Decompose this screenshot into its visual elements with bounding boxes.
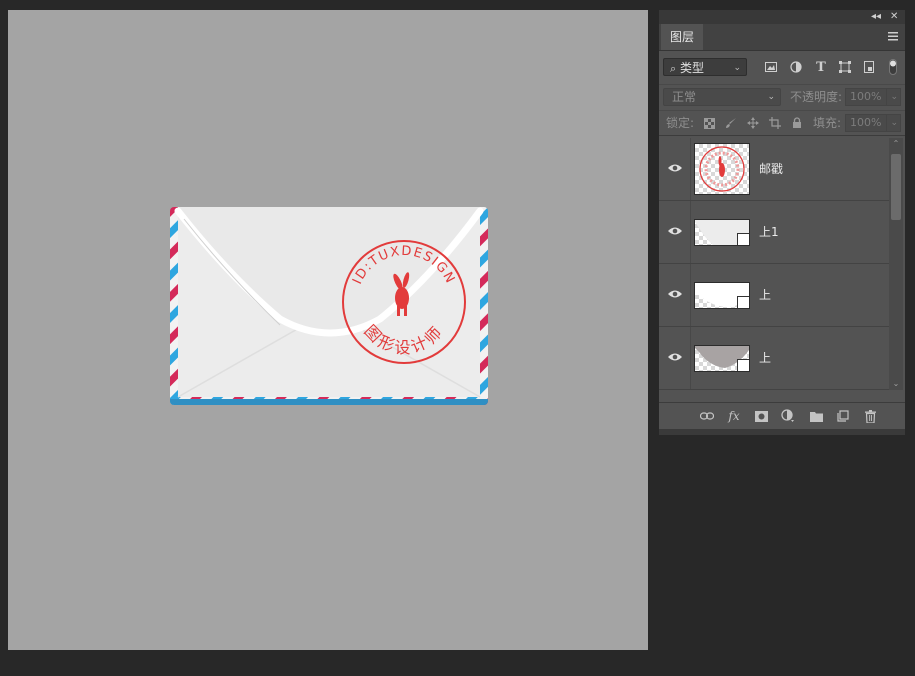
opacity-label: 不透明度: [790, 90, 843, 104]
panel-header: 图层 [659, 24, 905, 51]
visibility-column-divider [690, 138, 691, 200]
fill-field[interactable]: 100% ⌄ [845, 114, 901, 132]
panel-title-bar: ◂◂ ✕ [659, 10, 905, 24]
layer-row[interactable]: 上1 [659, 201, 889, 264]
lock-all-icon[interactable] [790, 116, 804, 130]
filter-kind-select[interactable]: ⌕ 类型 ⌄ [663, 58, 747, 76]
smart-object-badge-icon [737, 296, 749, 308]
filter-toggle-switch[interactable] [888, 59, 898, 75]
layer-row[interactable]: 邮戳 [659, 138, 889, 201]
close-panel-icon[interactable]: ✕ [890, 10, 898, 24]
lock-artboard-icon[interactable] [768, 116, 782, 130]
layer-filter-row: ⌕ 类型 ⌄ T [659, 56, 905, 80]
chevron-down-icon: ⌄ [733, 63, 741, 73]
panel-menu-icon[interactable] [887, 29, 899, 43]
lock-position-icon[interactable] [746, 116, 760, 130]
visibility-eye-icon[interactable] [667, 351, 683, 363]
visibility-eye-icon[interactable] [667, 225, 683, 237]
link-icon[interactable] [700, 409, 714, 423]
lock-transparent-pixels-icon[interactable] [702, 116, 716, 130]
blend-mode-select[interactable]: 正常 ⌄ [663, 88, 781, 106]
lock-fill-row: 锁定: 填充: 100% ⌄ [659, 110, 905, 136]
chevron-down-icon: ⌄ [886, 89, 898, 105]
trash-icon[interactable] [863, 409, 877, 423]
layer-row[interactable]: 上 [659, 264, 889, 327]
filter-smart-object-icon[interactable] [862, 60, 876, 74]
scroll-up-icon[interactable]: ⌃ [889, 138, 903, 150]
smart-object-badge-icon [737, 233, 749, 245]
layer-name[interactable]: 上 [759, 264, 771, 326]
visibility-column-divider [690, 201, 691, 263]
visibility-eye-icon[interactable] [667, 288, 683, 300]
opacity-value: 100% [850, 90, 882, 103]
fill-value: 100% [850, 116, 882, 129]
filter-shape-icon[interactable] [838, 60, 852, 74]
lock-label: 锁定: [666, 116, 695, 130]
adjustment-icon[interactable] [781, 409, 795, 423]
visibility-column-divider [690, 264, 691, 326]
search-icon: ⌕ [670, 62, 677, 75]
layer-thumbnail-stamp [694, 143, 750, 195]
mask-icon[interactable] [754, 409, 768, 423]
layer-name[interactable]: 邮戳 [759, 138, 783, 200]
blend-mode-value: 正常 [672, 90, 697, 104]
layers-bottom-toolbar: fx [659, 402, 905, 429]
visibility-eye-icon[interactable] [667, 162, 683, 174]
filter-kind-label: 类型 [680, 61, 705, 75]
visibility-column-divider [690, 327, 691, 389]
opacity-field[interactable]: 100% ⌄ [845, 88, 901, 106]
collapse-panel-icon[interactable]: ◂◂ [871, 10, 881, 24]
document-canvas[interactable]: ID:TUXDESIGN 图形设计师 [8, 10, 648, 650]
scroll-thumb[interactable] [891, 154, 901, 220]
blend-opacity-row: 正常 ⌄ 不透明度: 100% ⌄ [659, 84, 905, 109]
layers-list: 邮戳 上1 上 上 [659, 138, 889, 390]
lock-image-pixels-icon[interactable] [724, 116, 738, 130]
chevron-down-icon: ⌄ [767, 92, 775, 102]
layers-scrollbar[interactable]: ⌃ ⌄ [889, 138, 903, 390]
layer-thumbnail-shape [694, 282, 750, 309]
filter-type-icon[interactable]: T [814, 60, 828, 75]
layer-thumbnail-shape [694, 219, 750, 246]
layers-panel: ◂◂ ✕ 图层 ⌕ 类型 ⌄ T 正常 ⌄ 不透明度: 100% ⌄ 锁定: 填… [659, 10, 905, 435]
folder-icon[interactable] [809, 409, 823, 423]
scroll-down-icon[interactable]: ⌄ [889, 378, 903, 390]
fill-label: 填充: [813, 116, 842, 130]
fx-icon[interactable]: fx [727, 409, 741, 423]
smart-object-badge-icon [737, 359, 749, 371]
filter-adjustment-icon[interactable] [789, 60, 803, 74]
envelope-artwork: ID:TUXDESIGN 图形设计师 [170, 207, 488, 405]
layer-name[interactable]: 上 [759, 327, 771, 389]
layer-row[interactable]: 上 [659, 327, 889, 390]
layer-name[interactable]: 上1 [759, 201, 779, 263]
chevron-down-icon: ⌄ [886, 115, 898, 131]
tab-layers[interactable]: 图层 [661, 24, 704, 50]
filter-pixel-icon[interactable] [764, 60, 778, 74]
new-layer-icon[interactable] [836, 409, 850, 423]
panel-resize-grip[interactable] [659, 429, 905, 435]
layer-thumbnail-shape [694, 345, 750, 372]
